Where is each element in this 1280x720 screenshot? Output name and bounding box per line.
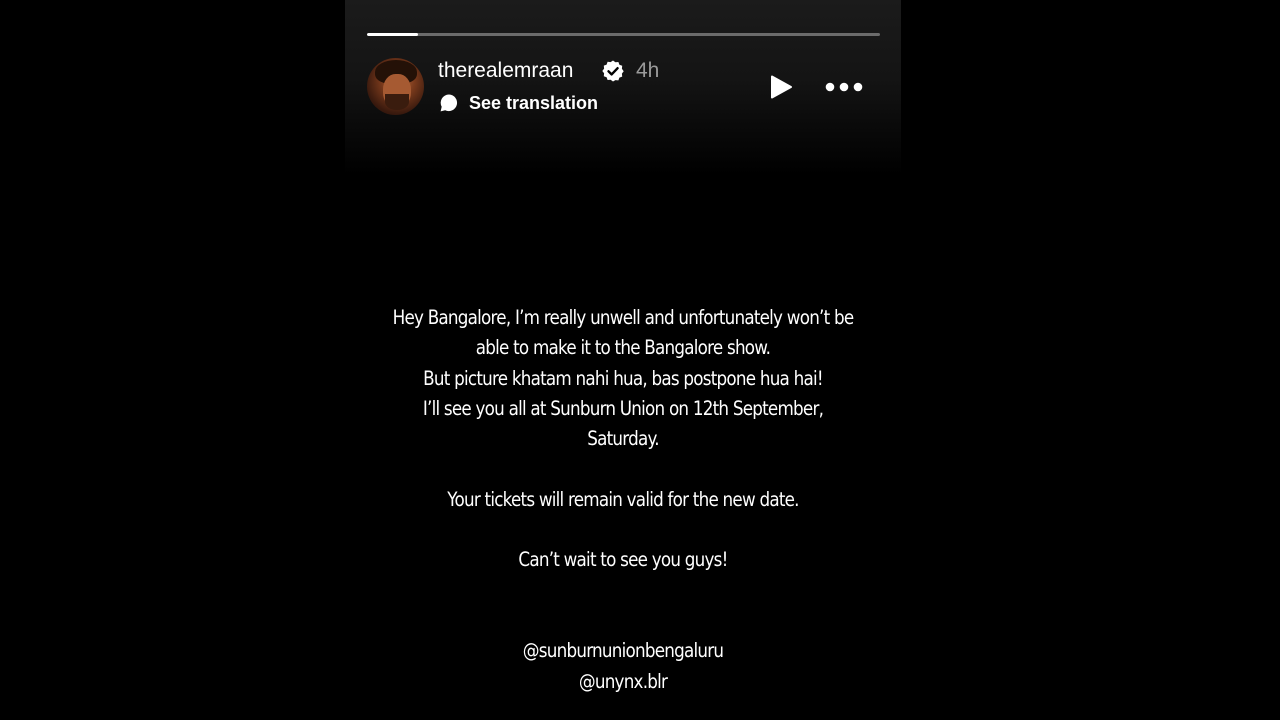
message-line: But picture khatam nahi hua, bas postpon… (423, 366, 823, 390)
screen: therealemraan 4h See translation Hey Ban… (0, 0, 1280, 720)
message-line: I’ll see you all at Sunburn Union on 12t… (422, 396, 824, 420)
message-line: Hey Bangalore, I’m really unwell and unf… (392, 306, 855, 329)
message-line: able to make it to the Bangalore show. (475, 336, 771, 360)
tickets-line: Your tickets will remain valid for the n… (447, 487, 799, 511)
wait-line: Can’t wait to see you guys! (518, 548, 728, 572)
story-header-gradient (345, 0, 901, 175)
story-progress-fill (367, 33, 419, 36)
story-viewer[interactable]: therealemraan 4h See translation Hey Ban… (345, 0, 901, 720)
message-line: Saturday. (587, 427, 659, 451)
verified-badge-icon (602, 60, 624, 82)
mention-link[interactable]: @sunburnunionbengaluru (384, 636, 862, 666)
translate-bubble-icon (440, 94, 458, 112)
post-time: 4h (636, 59, 660, 82)
mention-link[interactable]: @unynx.blr (384, 667, 862, 697)
story-text: Hey Bangalore, I’m really unwell and unf… (384, 303, 862, 697)
play-icon[interactable] (766, 72, 796, 102)
see-translation-link[interactable]: See translation (469, 89, 598, 117)
story-progress-bar (367, 33, 880, 36)
avatar-beard (385, 94, 409, 110)
profile-avatar[interactable] (367, 58, 424, 115)
username-link[interactable]: therealemraan (438, 56, 573, 86)
more-options-icon[interactable] (823, 76, 865, 98)
